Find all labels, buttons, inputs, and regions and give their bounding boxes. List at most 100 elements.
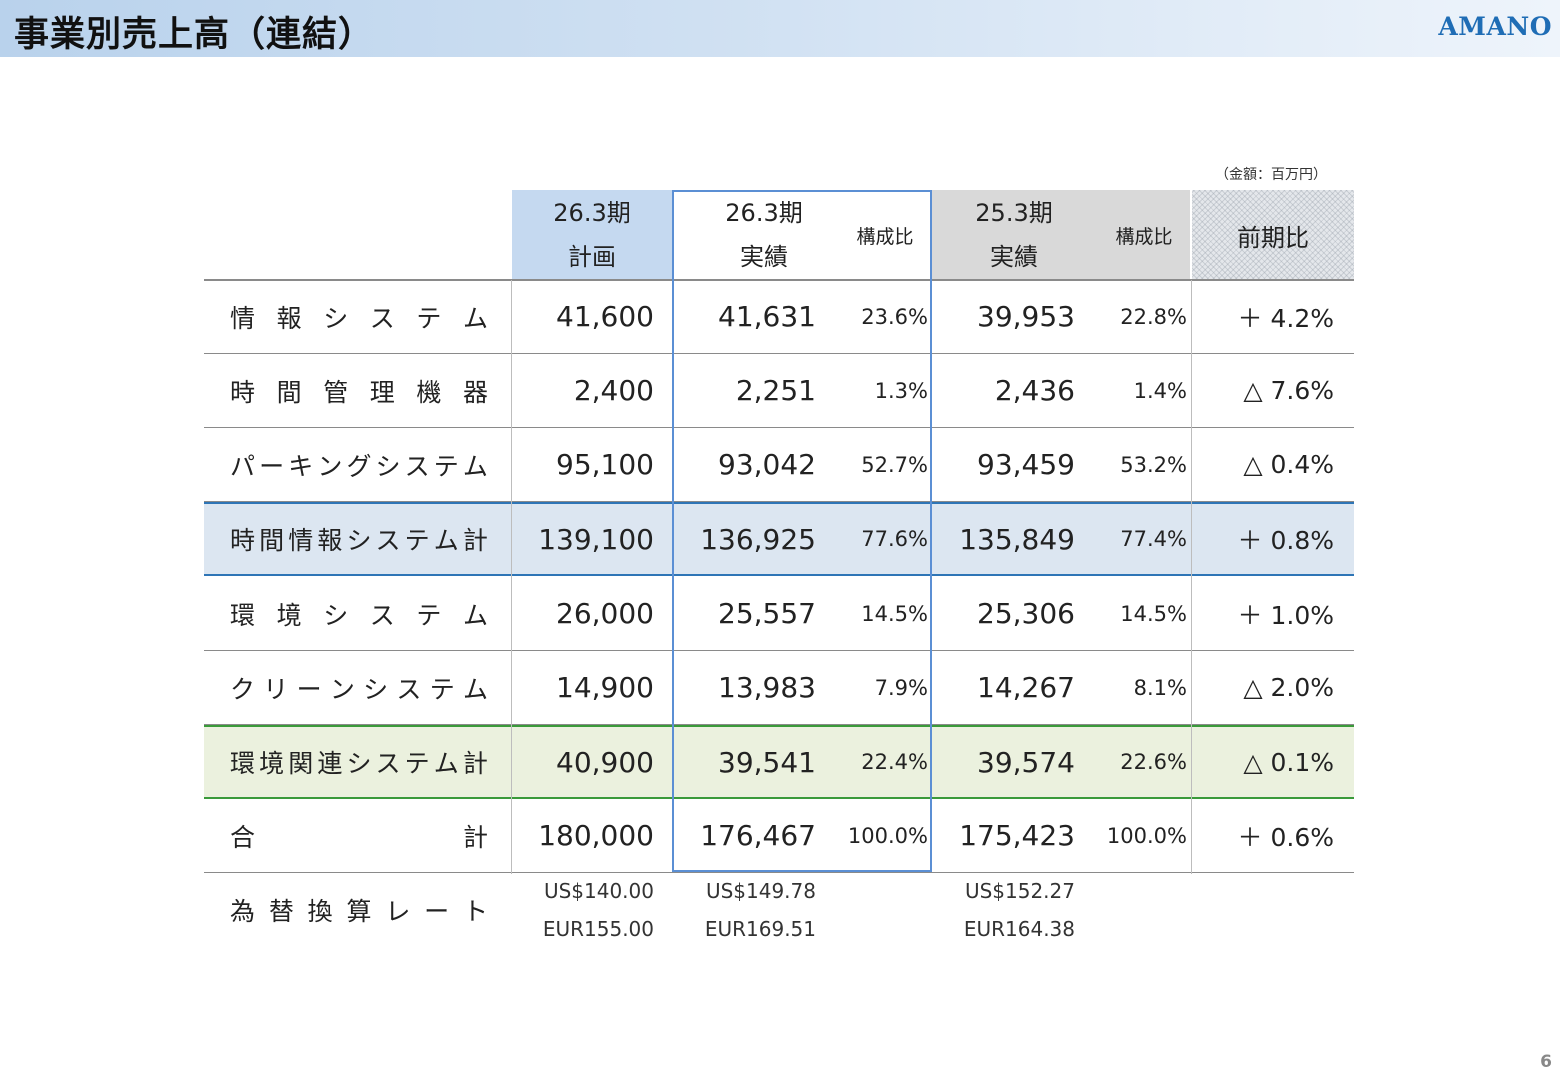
row-label-char: シ bbox=[323, 600, 349, 630]
row-label-char: シ bbox=[346, 749, 372, 778]
row-label-char: ス bbox=[369, 600, 395, 630]
actual-ratio: 23.6% bbox=[861, 304, 928, 329]
prev-ratio: 100.0% bbox=[1106, 823, 1187, 848]
prev-ratio: 22.8% bbox=[1120, 304, 1187, 329]
row-label-char: 時 bbox=[230, 526, 256, 555]
yoy-change: ＋ 4.2% bbox=[1237, 303, 1334, 333]
row-label-char: 合 bbox=[230, 822, 256, 852]
actual-value: 93,042 bbox=[718, 448, 816, 481]
prev-value: 135,849 bbox=[959, 522, 1075, 556]
row-label-char: 理 bbox=[369, 377, 395, 407]
actual-value: 25,557 bbox=[718, 597, 816, 630]
fx-label-char: 換 bbox=[307, 897, 333, 926]
fx-label-char: 替 bbox=[268, 897, 294, 926]
actual-ratio: 14.5% bbox=[861, 601, 928, 626]
row-label-char: 情 bbox=[288, 526, 314, 555]
fx-label-char: ト bbox=[462, 897, 488, 926]
plan-value: 26,000 bbox=[556, 597, 654, 630]
fx-plan-usd: US$140.00 bbox=[543, 879, 654, 903]
row-label-char: 環 bbox=[230, 749, 256, 778]
row-label-char: ム bbox=[462, 303, 488, 333]
prev-ratio: 53.2% bbox=[1120, 452, 1187, 477]
actual-value: 176,467 bbox=[700, 819, 816, 852]
fx-label-char: 為 bbox=[230, 897, 256, 926]
row-label-char: ス bbox=[375, 526, 401, 555]
row-label: 環境関連システム計 bbox=[230, 727, 488, 797]
row-label-char: 関 bbox=[288, 749, 314, 778]
fx-label-char: レ bbox=[385, 897, 411, 926]
prev-value: 2,436 bbox=[994, 374, 1075, 407]
header-actual-line1: 26.3期 bbox=[725, 199, 803, 227]
row-label-char: ー bbox=[296, 674, 322, 704]
amano-logo: AMANO bbox=[1438, 12, 1552, 41]
plan-value: 40,900 bbox=[556, 745, 654, 779]
row-label-char: ス bbox=[375, 749, 401, 778]
row-label-char: シ bbox=[363, 674, 389, 704]
row-label-char: 境 bbox=[259, 749, 285, 778]
yoy-change: △ 0.4% bbox=[1243, 450, 1334, 479]
column-divider bbox=[511, 280, 512, 874]
row-label: パーキングシステム bbox=[230, 428, 488, 501]
row-label-char: ム bbox=[462, 674, 488, 704]
actual-ratio: 52.7% bbox=[861, 452, 928, 477]
actual-ratio: 1.3% bbox=[874, 378, 928, 403]
header-prev-line1: 25.3期 bbox=[975, 199, 1053, 227]
row-label-char: 環 bbox=[230, 600, 256, 630]
row-label: 環境システム bbox=[230, 577, 488, 650]
row-label-char: シ bbox=[375, 451, 401, 481]
table-row: 環境システム 26,000 25,557 14.5% 25,306 14.5% ＋ 1.0% bbox=[204, 577, 1354, 651]
header-bar: 事業別売上高（連結） AMANO bbox=[0, 0, 1560, 57]
header-actual: 26.3期 実績 構成比 bbox=[672, 190, 932, 280]
unit-note: （金額：百万円） bbox=[1215, 167, 1327, 183]
yoy-change: △ 0.1% bbox=[1243, 747, 1334, 777]
row-label-char: 管 bbox=[323, 377, 349, 407]
fx-actual-usd: US$149.78 bbox=[705, 879, 816, 903]
row-label-char: 報 bbox=[317, 526, 343, 555]
prev-ratio: 1.4% bbox=[1133, 378, 1187, 403]
plan-value: 95,100 bbox=[556, 448, 654, 481]
header-plan-line1: 26.3期 bbox=[553, 199, 631, 227]
row-label-char: パ bbox=[230, 451, 256, 481]
prev-ratio: 8.1% bbox=[1133, 675, 1187, 700]
prev-value: 93,459 bbox=[977, 448, 1075, 481]
row-label-char: テ bbox=[416, 303, 442, 333]
table-row: 時間情報システム計 139,100 136,925 77.6% 135,849 77.4%… bbox=[204, 502, 1354, 576]
row-label: 情報システム bbox=[230, 280, 488, 353]
row-label-char: テ bbox=[429, 674, 455, 704]
header-prev-ratio: 構成比 bbox=[1115, 225, 1173, 248]
row-label-char: 間 bbox=[276, 377, 302, 407]
header-prev-line2: 実績 bbox=[990, 243, 1038, 271]
row-label: 時間管理機器 bbox=[230, 354, 488, 427]
row-label-char: 境 bbox=[276, 600, 302, 630]
row-label-char: ス bbox=[404, 451, 430, 481]
table-row: クリーンシステム 14,900 13,983 7.9% 14,267 8.1% △ 2.0% bbox=[204, 651, 1354, 725]
plan-value: 14,900 bbox=[556, 671, 654, 704]
row-label-char: 間 bbox=[259, 526, 285, 555]
plan-value: 139,100 bbox=[538, 522, 654, 556]
header-plan-line2: 計画 bbox=[568, 243, 616, 271]
fx-label-char: ー bbox=[424, 897, 450, 926]
row-label-char: ム bbox=[433, 526, 459, 555]
actual-value: 41,631 bbox=[718, 300, 816, 333]
row-label-char: ス bbox=[369, 303, 395, 333]
fx-prev-eur: EUR164.38 bbox=[963, 917, 1075, 941]
actual-value: 136,925 bbox=[700, 522, 816, 556]
prev-value: 14,267 bbox=[977, 671, 1075, 704]
table-row: パーキングシステム 95,100 93,042 52.7% 93,459 53.2% △ 0… bbox=[204, 428, 1354, 502]
header-actual-ratio: 構成比 bbox=[856, 225, 914, 248]
row-label-char: 時 bbox=[230, 377, 256, 407]
row-label-char: ム bbox=[462, 451, 488, 481]
row-label: クリーンシステム bbox=[230, 651, 488, 724]
yoy-change: ＋ 0.8% bbox=[1237, 526, 1334, 555]
row-label-char: ン bbox=[317, 451, 343, 481]
row-label-char: ス bbox=[396, 674, 422, 704]
row-label-char: リ bbox=[263, 674, 289, 704]
table-row: 時間管理機器 2,400 2,251 1.3% 2,436 1.4% △ 7.6% bbox=[204, 354, 1354, 428]
yoy-change: ＋ 1.0% bbox=[1237, 600, 1334, 630]
prev-ratio: 22.6% bbox=[1120, 750, 1187, 774]
row-label-char: 計 bbox=[462, 749, 488, 778]
header-plan: 26.3期 計画 bbox=[512, 190, 672, 280]
table-row: 情報システム 41,600 41,631 23.6% 39,953 22.8% ＋ 4.2% bbox=[204, 280, 1354, 354]
row-label-char: テ bbox=[433, 451, 459, 481]
row-label-char: ム bbox=[462, 600, 488, 630]
